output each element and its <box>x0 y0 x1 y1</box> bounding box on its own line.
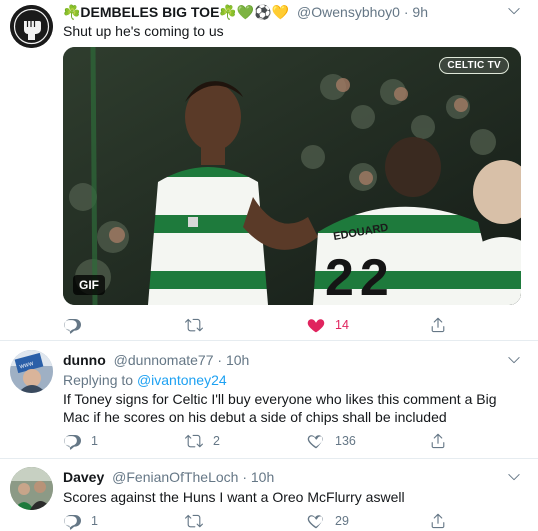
replying-handle-link[interactable]: @ivantoney24 <box>137 372 227 388</box>
display-name[interactable]: Davey <box>63 469 104 485</box>
time-separator: · <box>403 4 409 20</box>
timestamp[interactable]: 10h <box>226 352 249 368</box>
user-handle[interactable]: @FenianOfTheLoch <box>112 469 238 485</box>
celtic-tv-watermark: CELTIC TV <box>439 57 509 74</box>
retweet-icon <box>185 512 203 530</box>
share-button[interactable] <box>429 315 447 335</box>
reply-icon <box>63 512 81 530</box>
raised-fist-icon <box>10 5 53 48</box>
like-button[interactable]: 14 <box>307 315 349 335</box>
tweet-actions: 14 <box>63 315 463 335</box>
retweet-button[interactable]: 2 <box>185 431 220 451</box>
tweet-header: Davey @FenianOfTheLoch · 10h <box>63 469 274 486</box>
retweet-icon <box>185 432 203 450</box>
reply-icon <box>63 432 81 450</box>
share-button[interactable] <box>429 431 447 451</box>
retweet-button[interactable] <box>185 315 213 335</box>
like-count: 29 <box>335 514 349 528</box>
retweet-count: 2 <box>213 434 220 448</box>
timestamp[interactable]: 10h <box>251 469 274 485</box>
share-button[interactable] <box>429 511 447 531</box>
heart-filled-icon <box>307 316 325 334</box>
tweet-text: Shut up he's coming to us <box>63 23 224 39</box>
reply-icon <box>63 316 81 334</box>
timestamp[interactable]: 9h <box>412 4 428 20</box>
user-handle[interactable]: @Owensybhoy0 <box>297 4 400 20</box>
like-count: 136 <box>335 434 356 448</box>
avatar[interactable] <box>10 467 53 510</box>
avatar[interactable] <box>10 5 53 48</box>
tweet-1[interactable]: ☘️DEMBELES BIG TOE☘️💚⚽️💛 @Owensybhoy0 · … <box>0 0 538 340</box>
reply-button[interactable]: 1 <box>63 431 98 451</box>
reply-button[interactable]: 1 <box>63 511 98 531</box>
chevron-down-icon[interactable] <box>506 469 522 485</box>
tweet-text: If Toney signs for Celtic I'll buy every… <box>63 391 497 425</box>
chevron-down-icon[interactable] <box>506 352 522 368</box>
chevron-down-icon[interactable] <box>506 3 522 19</box>
time-separator: · <box>217 352 223 368</box>
heart-icon <box>307 512 325 530</box>
tweet-text: Scores against the Huns I want a Oreo Mc… <box>63 489 405 505</box>
reply-button[interactable] <box>63 315 91 335</box>
avatar[interactable]: WWW <box>10 350 53 393</box>
reply-count: 1 <box>91 514 98 528</box>
gif-badge: GIF <box>73 275 105 295</box>
profile-photo: WWW <box>10 350 53 393</box>
time-separator: · <box>242 469 247 485</box>
svg-text:22: 22 <box>325 249 395 305</box>
replying-label: Replying to <box>63 372 134 388</box>
retweet-icon <box>185 316 203 334</box>
tweet-actions: 1 29 <box>63 511 463 531</box>
tweet-header: dunno @dunnomate77 · 10h <box>63 352 249 369</box>
like-button[interactable]: 136 <box>307 431 356 451</box>
share-icon <box>429 432 447 450</box>
display-name[interactable]: dunno <box>63 352 106 368</box>
display-name[interactable]: ☘️DEMBELES BIG TOE☘️💚⚽️💛 <box>63 4 289 20</box>
tweet-header: ☘️DEMBELES BIG TOE☘️💚⚽️💛 @Owensybhoy0 · … <box>63 4 428 21</box>
gif-preview: EDOUARD 22 <box>63 47 521 305</box>
tweet-2[interactable]: WWW dunno @dunnomate77 · 10h Replying to… <box>0 341 538 458</box>
profile-photo <box>10 467 53 510</box>
tweet-3[interactable]: Davey @FenianOfTheLoch · 10h Scores agai… <box>0 459 538 531</box>
replying-to: Replying to @ivantoney24 <box>63 371 227 389</box>
tweet-media-gif[interactable]: EDOUARD 22 CELTIC TV GIF <box>63 47 521 305</box>
heart-icon <box>307 432 325 450</box>
like-button[interactable]: 29 <box>307 511 349 531</box>
reply-count: 1 <box>91 434 98 448</box>
share-icon <box>429 316 447 334</box>
user-handle[interactable]: @dunnomate77 <box>114 352 214 368</box>
tweet-actions: 1 2 136 <box>63 431 463 451</box>
like-count: 14 <box>335 318 349 332</box>
share-icon <box>429 512 447 530</box>
retweet-button[interactable] <box>185 511 213 531</box>
